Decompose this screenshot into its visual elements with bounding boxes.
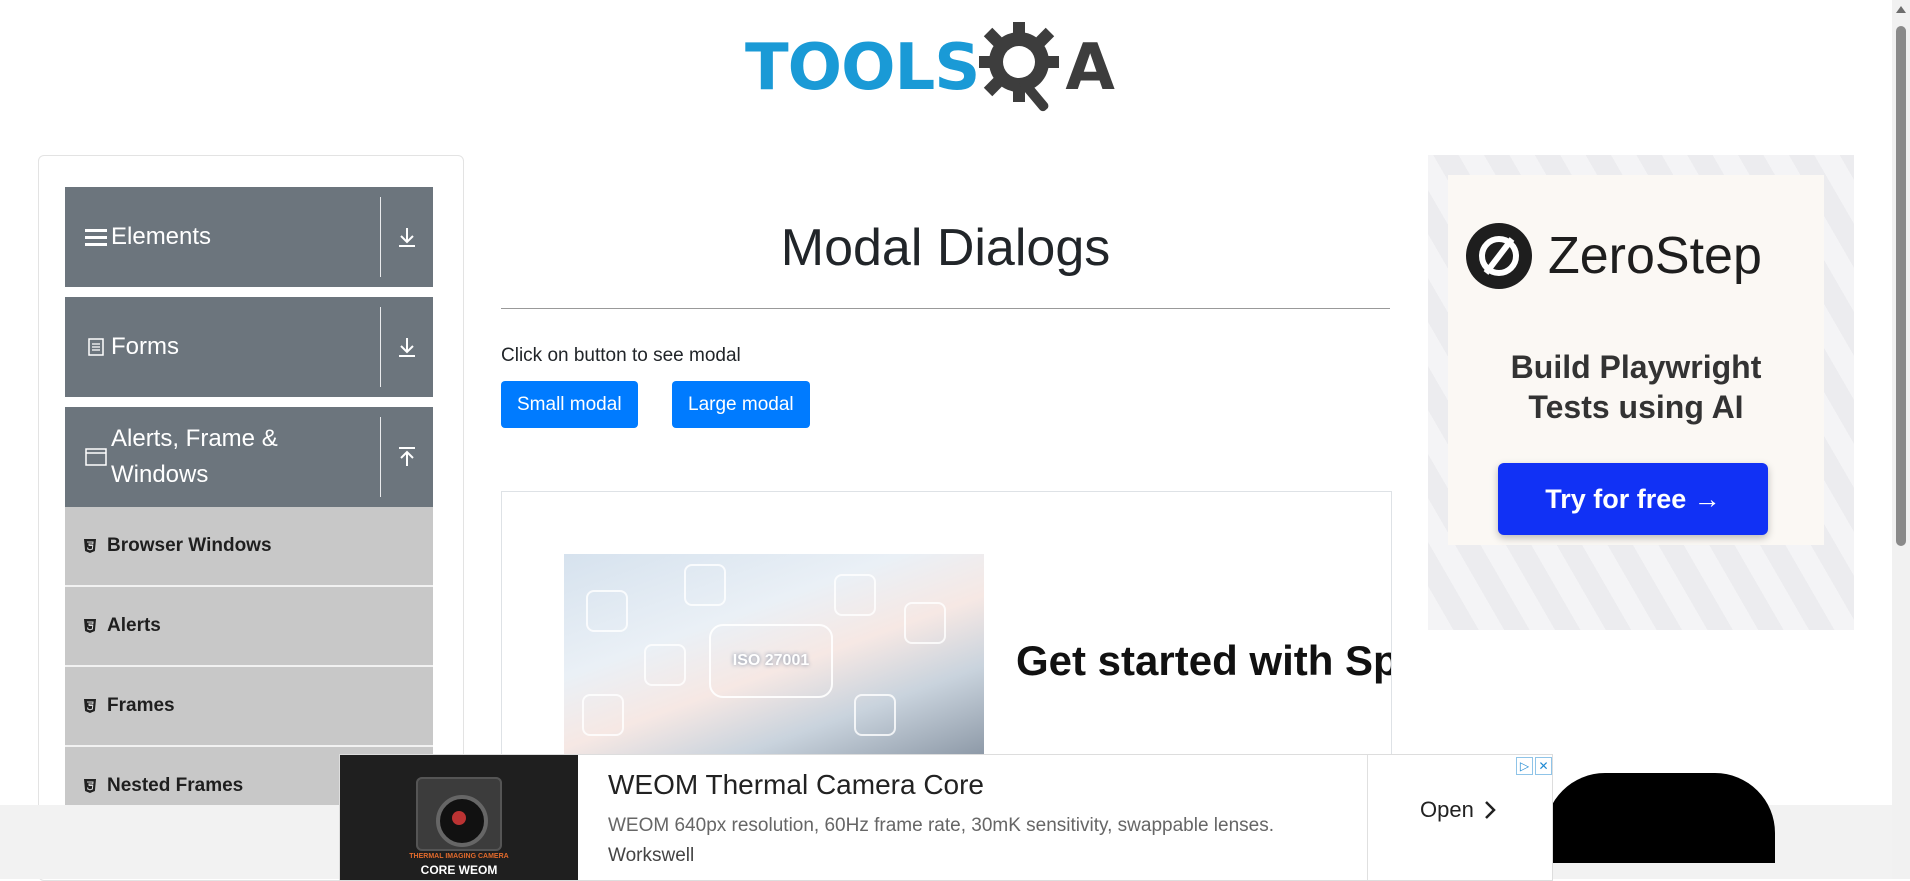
zerostep-brand: ZeroStep — [1466, 223, 1762, 289]
ad-description: WEOM 640px resolution, 60Hz frame rate, … — [608, 815, 1274, 836]
modal-hint-text: Click on button to see modal — [501, 345, 741, 366]
image-caption: CORE WEOM — [420, 863, 498, 877]
hex-icon — [586, 590, 628, 632]
image-caption-small: THERMAL IMAGING CAMERA — [409, 853, 509, 860]
logo-text-a: A — [1065, 31, 1115, 105]
html5-icon — [83, 618, 101, 634]
sidebar-item-alerts[interactable]: Alerts — [65, 587, 433, 667]
sidebar-item-label: Nested Frames — [107, 775, 244, 796]
chevron-right-icon — [1484, 801, 1496, 819]
divider — [380, 307, 381, 387]
open-button[interactable]: Open — [1420, 797, 1496, 823]
ad-card: ZeroStep Build Playwright Tests using AI… — [1448, 175, 1824, 545]
title-divider — [501, 308, 1390, 309]
divider — [380, 417, 381, 497]
sidebar-item-frames[interactable]: Frames — [65, 667, 433, 747]
zerostep-ad[interactable]: ZeroStep Build Playwright Tests using AI… — [1428, 155, 1854, 630]
ad-brand: Workswell — [608, 845, 695, 866]
page-scrollbar[interactable] — [1892, 0, 1910, 879]
sidebar-item-browser-windows[interactable]: Browser Windows — [65, 507, 433, 587]
sidebar-item-label: Alerts — [107, 615, 161, 636]
hex-icon — [644, 644, 686, 686]
tagline-line1: Build Playwright — [1510, 349, 1762, 385]
small-modal-button[interactable]: Small modal — [501, 381, 638, 428]
large-modal-button[interactable]: Large modal — [672, 381, 810, 428]
ad-heading: Get started with Sprinto — [1016, 637, 1391, 684]
logo-text-tools: TOOLS — [745, 31, 980, 105]
open-label: Open — [1420, 797, 1474, 822]
weom-ad[interactable]: THERMAL IMAGING CAMERA CORE WEOM WEOM Th… — [339, 754, 1553, 881]
window-icon — [83, 448, 109, 466]
sidebar-group-label: Alerts, Frame & Windows — [111, 425, 278, 488]
tagline-line2: Tests using AI — [1528, 389, 1744, 425]
gear-magnifier-icon — [979, 22, 1060, 112]
hex-icon — [684, 564, 726, 606]
sidebar-group-alerts-frame-windows[interactable]: Alerts, Frame & Windows — [65, 407, 433, 507]
zerostep-name: ZeroStep — [1548, 227, 1762, 285]
download-arrow-icon[interactable] — [391, 221, 423, 253]
zerostep-tagline: Build Playwright Tests using AI — [1448, 347, 1824, 427]
html5-icon — [83, 778, 101, 794]
html5-icon — [83, 698, 101, 714]
divider — [1367, 755, 1368, 880]
hamburger-icon — [83, 227, 109, 247]
sidebar-group-forms[interactable]: Forms — [65, 297, 433, 397]
hex-icon — [582, 694, 624, 736]
scroll-up-arrow-icon[interactable] — [1896, 6, 1906, 13]
hex-icon — [834, 574, 876, 616]
camera-product-image: THERMAL IMAGING CAMERA CORE WEOM — [340, 755, 578, 880]
iso-badge: ISO 27001 — [709, 624, 833, 698]
ad-image: ISO 27001 — [564, 554, 984, 754]
html5-icon — [83, 538, 101, 554]
partially-hidden-button[interactable] — [1545, 773, 1775, 863]
ad-title: WEOM Thermal Camera Core — [608, 769, 985, 800]
try-for-free-button[interactable]: Try for free → — [1498, 463, 1768, 535]
ad-info-icon[interactable]: ▷ — [1516, 757, 1533, 775]
close-icon[interactable]: ✕ — [1535, 757, 1552, 775]
ad-choices[interactable]: ▷ ✕ — [1516, 757, 1552, 775]
download-arrow-icon[interactable] — [391, 331, 423, 363]
sidebar-group-elements[interactable]: Elements — [65, 187, 433, 287]
sidebar-item-label: Browser Windows — [107, 535, 272, 556]
toolsqa-logo[interactable]: TOOLS A — [745, 18, 1115, 118]
sidebar-group-label: Elements — [111, 223, 212, 250]
divider — [380, 197, 381, 277]
scroll-thumb[interactable] — [1896, 26, 1906, 546]
document-icon — [83, 338, 109, 356]
upload-arrow-icon[interactable] — [391, 441, 423, 473]
sidebar-item-label: Frames — [107, 695, 175, 716]
sidebar-group-label: Forms — [111, 333, 179, 360]
camera-icon — [416, 777, 502, 851]
page-title: Modal Dialogs — [780, 219, 1111, 277]
zerostep-logo-icon — [1466, 223, 1532, 289]
hex-icon — [854, 694, 896, 736]
hex-icon — [904, 602, 946, 644]
